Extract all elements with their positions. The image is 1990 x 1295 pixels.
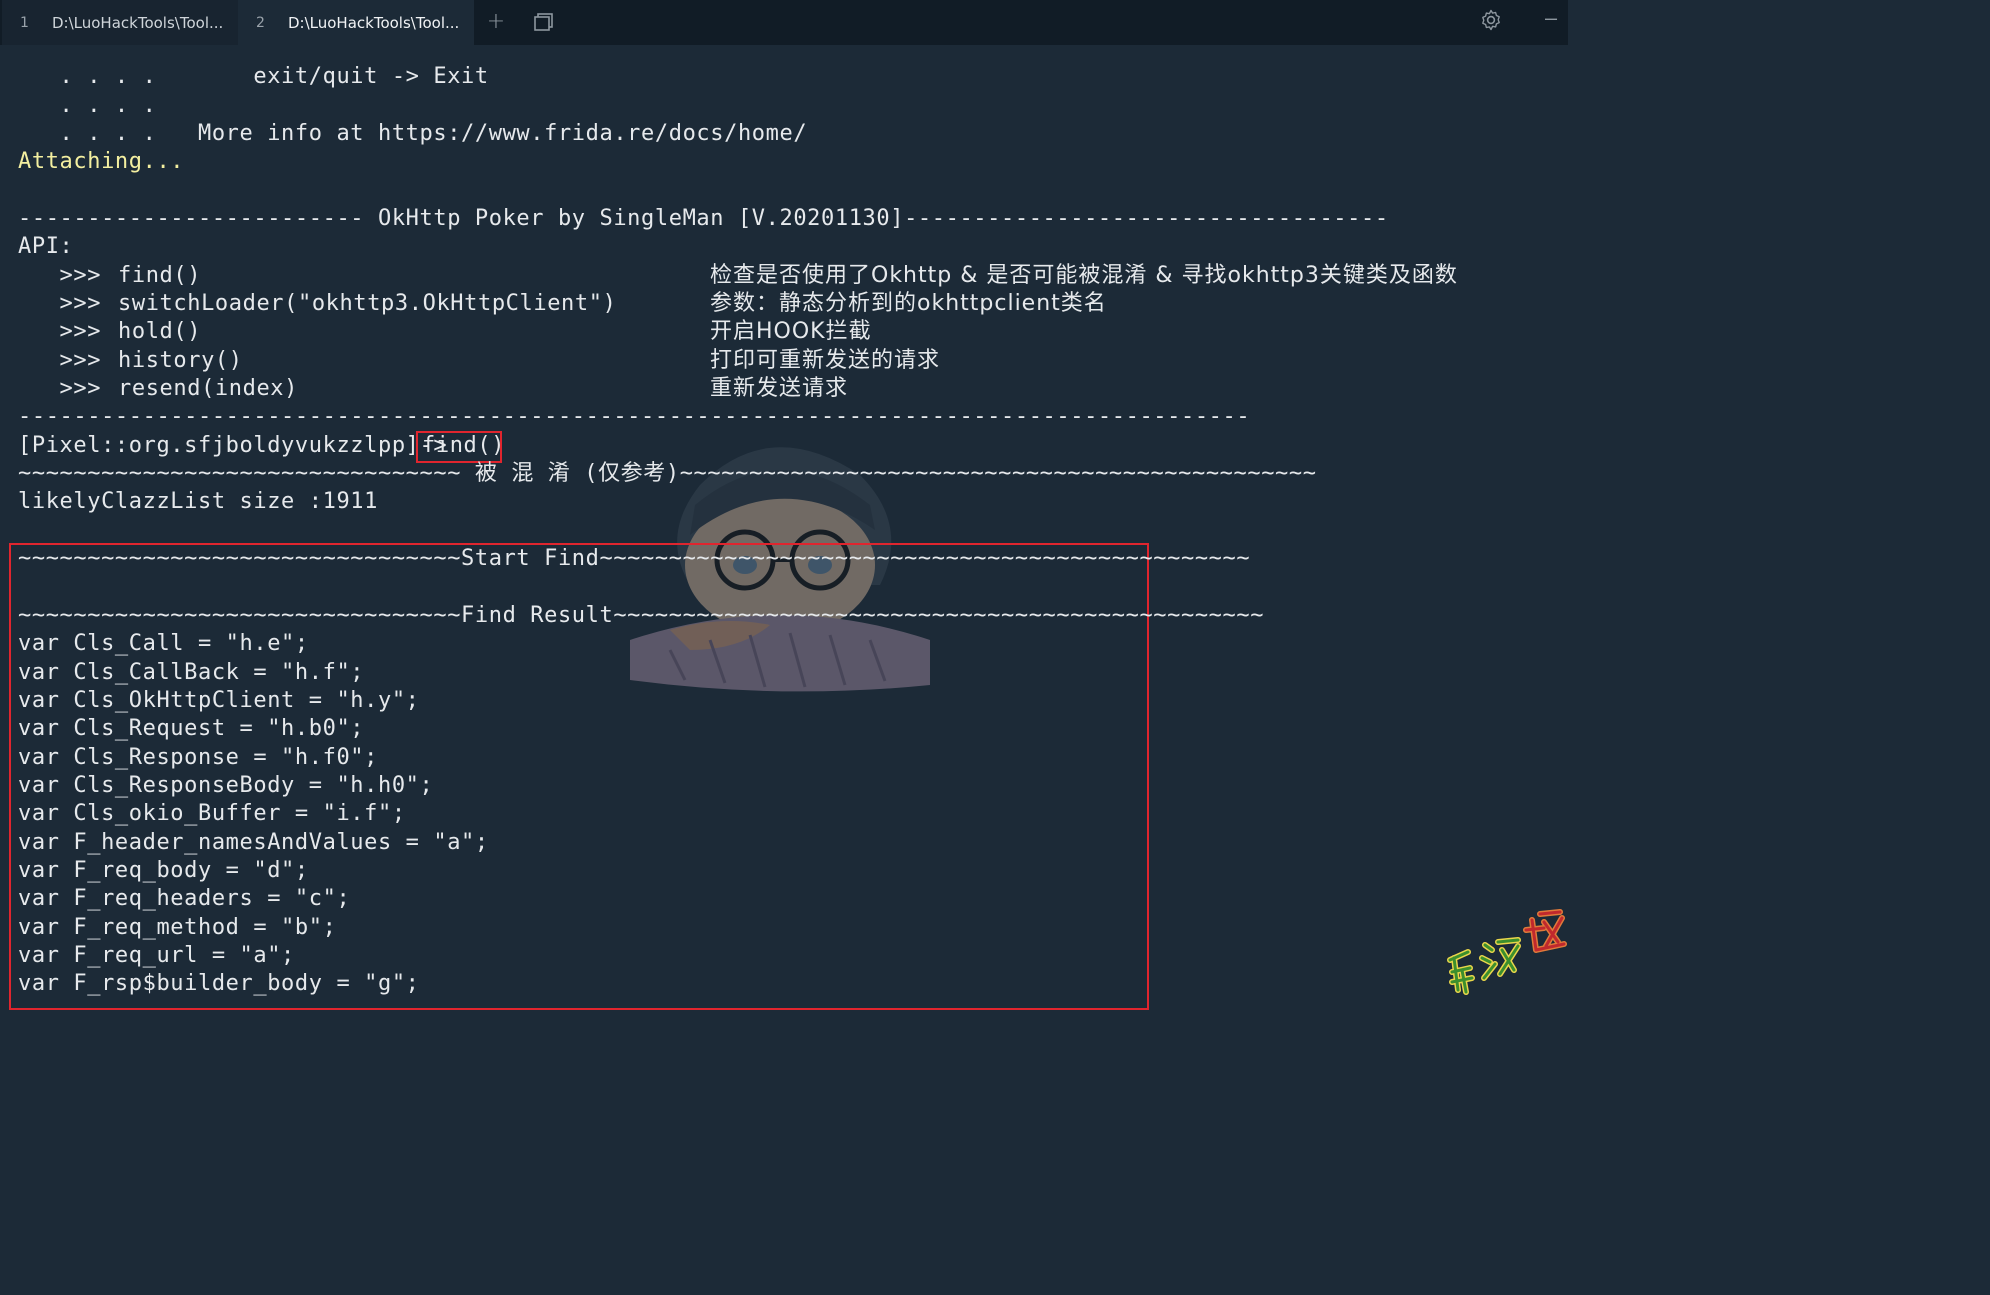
api-description: 打印可重新发送的请求 <box>710 348 941 373</box>
api-prompt: >>> <box>18 376 102 401</box>
api-prompt: >>> <box>18 319 102 344</box>
api-prompt: >>> <box>18 348 102 373</box>
result-line: var F_req_headers = "c"; <box>18 886 351 911</box>
tab-title: D:\LuoHackTools\Tool... <box>288 13 460 32</box>
banner-line: . . . . exit/quit -> Exit <box>18 64 489 89</box>
result-line: var Cls_ResponseBody = "h.h0"; <box>18 773 434 798</box>
attaching-status: Attaching... <box>18 149 185 174</box>
tab-bar: 1 D:\LuoHackTools\Tool... 2 D:\LuoHackTo… <box>0 0 1568 45</box>
result-line: var Cls_Call = "h.e"; <box>18 631 309 656</box>
api-label: API: <box>18 234 74 259</box>
tab-1[interactable]: 1 D:\LuoHackTools\Tool... <box>2 0 238 45</box>
signature-watermark-icon <box>1447 909 1567 995</box>
api-prompt: >>> <box>18 291 102 316</box>
tab-number: 1 <box>20 14 29 31</box>
plus-icon[interactable]: + <box>483 10 509 34</box>
minimize-icon[interactable]: — <box>1540 6 1562 30</box>
start-find-line: ~~~~~~~~~~~~~~~~~~~~~~~~~~~~~~~~Start Fi… <box>18 546 1251 571</box>
api-prompt: >>> <box>18 263 102 288</box>
result-line: var Cls_okio_Buffer = "i.f"; <box>18 801 406 826</box>
banner-line: . . . . More info at https://www.frida.r… <box>18 121 808 146</box>
result-line: var Cls_Response = "h.f0"; <box>18 745 378 770</box>
api-description: 参数：静态分析到的okhttpclient类名 <box>710 291 1107 316</box>
result-line: var Cls_OkHttpClient = "h.y"; <box>18 688 420 713</box>
poker-header: ------------------------- OkHttp Poker b… <box>18 206 1389 231</box>
banner-line: . . . . <box>18 93 157 118</box>
api-description: 开启HOOK拦截 <box>710 319 872 344</box>
api-call: resend(index) <box>118 376 298 401</box>
result-line: var F_header_namesAndValues = "a"; <box>18 830 489 855</box>
separator-line: ----------------------------------------… <box>18 404 1251 429</box>
window-icon[interactable] <box>533 11 555 33</box>
api-call: history() <box>118 348 243 373</box>
tab-2-active[interactable]: 2 D:\LuoHackTools\Tool... <box>238 0 474 45</box>
result-line: var Cls_Request = "h.b0"; <box>18 716 365 741</box>
gear-icon[interactable] <box>1477 8 1505 36</box>
likely-class-count: likelyClazzList size :1911 <box>18 489 378 514</box>
result-line: var F_req_body = "d"; <box>18 858 309 883</box>
frida-prompt: [Pixel::org.sfjboldyvukzzlpp]-> <box>18 433 448 458</box>
tab-title: D:\LuoHackTools\Tool... <box>52 13 224 32</box>
command-highlight-box <box>416 431 502 463</box>
obfuscation-notice: ~~~~~~~~~~~~~~~~~~~~~~~~~~~~~~~~ 被 混 淆 (… <box>18 461 1317 486</box>
terminal-output[interactable]: . . . . exit/quit -> Exit . . . . . . . … <box>0 45 1568 1020</box>
api-description: 检查是否使用了Okhttp & 是否可能被混淆 & 寻找okhttp3关键类及函… <box>710 263 1458 288</box>
result-line: var F_req_url = "a"; <box>18 943 295 968</box>
api-call: switchLoader("okhttp3.OkHttpClient") <box>118 291 617 316</box>
api-description: 重新发送请求 <box>710 376 849 401</box>
result-line: var F_req_method = "b"; <box>18 915 337 940</box>
tab-number: 2 <box>256 14 265 31</box>
api-call: find() <box>118 263 202 288</box>
find-result-line: ~~~~~~~~~~~~~~~~~~~~~~~~~~~~~~~~Find Res… <box>18 603 1265 628</box>
result-line: var F_rsp$builder_body = "g"; <box>18 971 420 996</box>
api-call: hold() <box>118 319 202 344</box>
result-line: var Cls_CallBack = "h.f"; <box>18 660 365 685</box>
